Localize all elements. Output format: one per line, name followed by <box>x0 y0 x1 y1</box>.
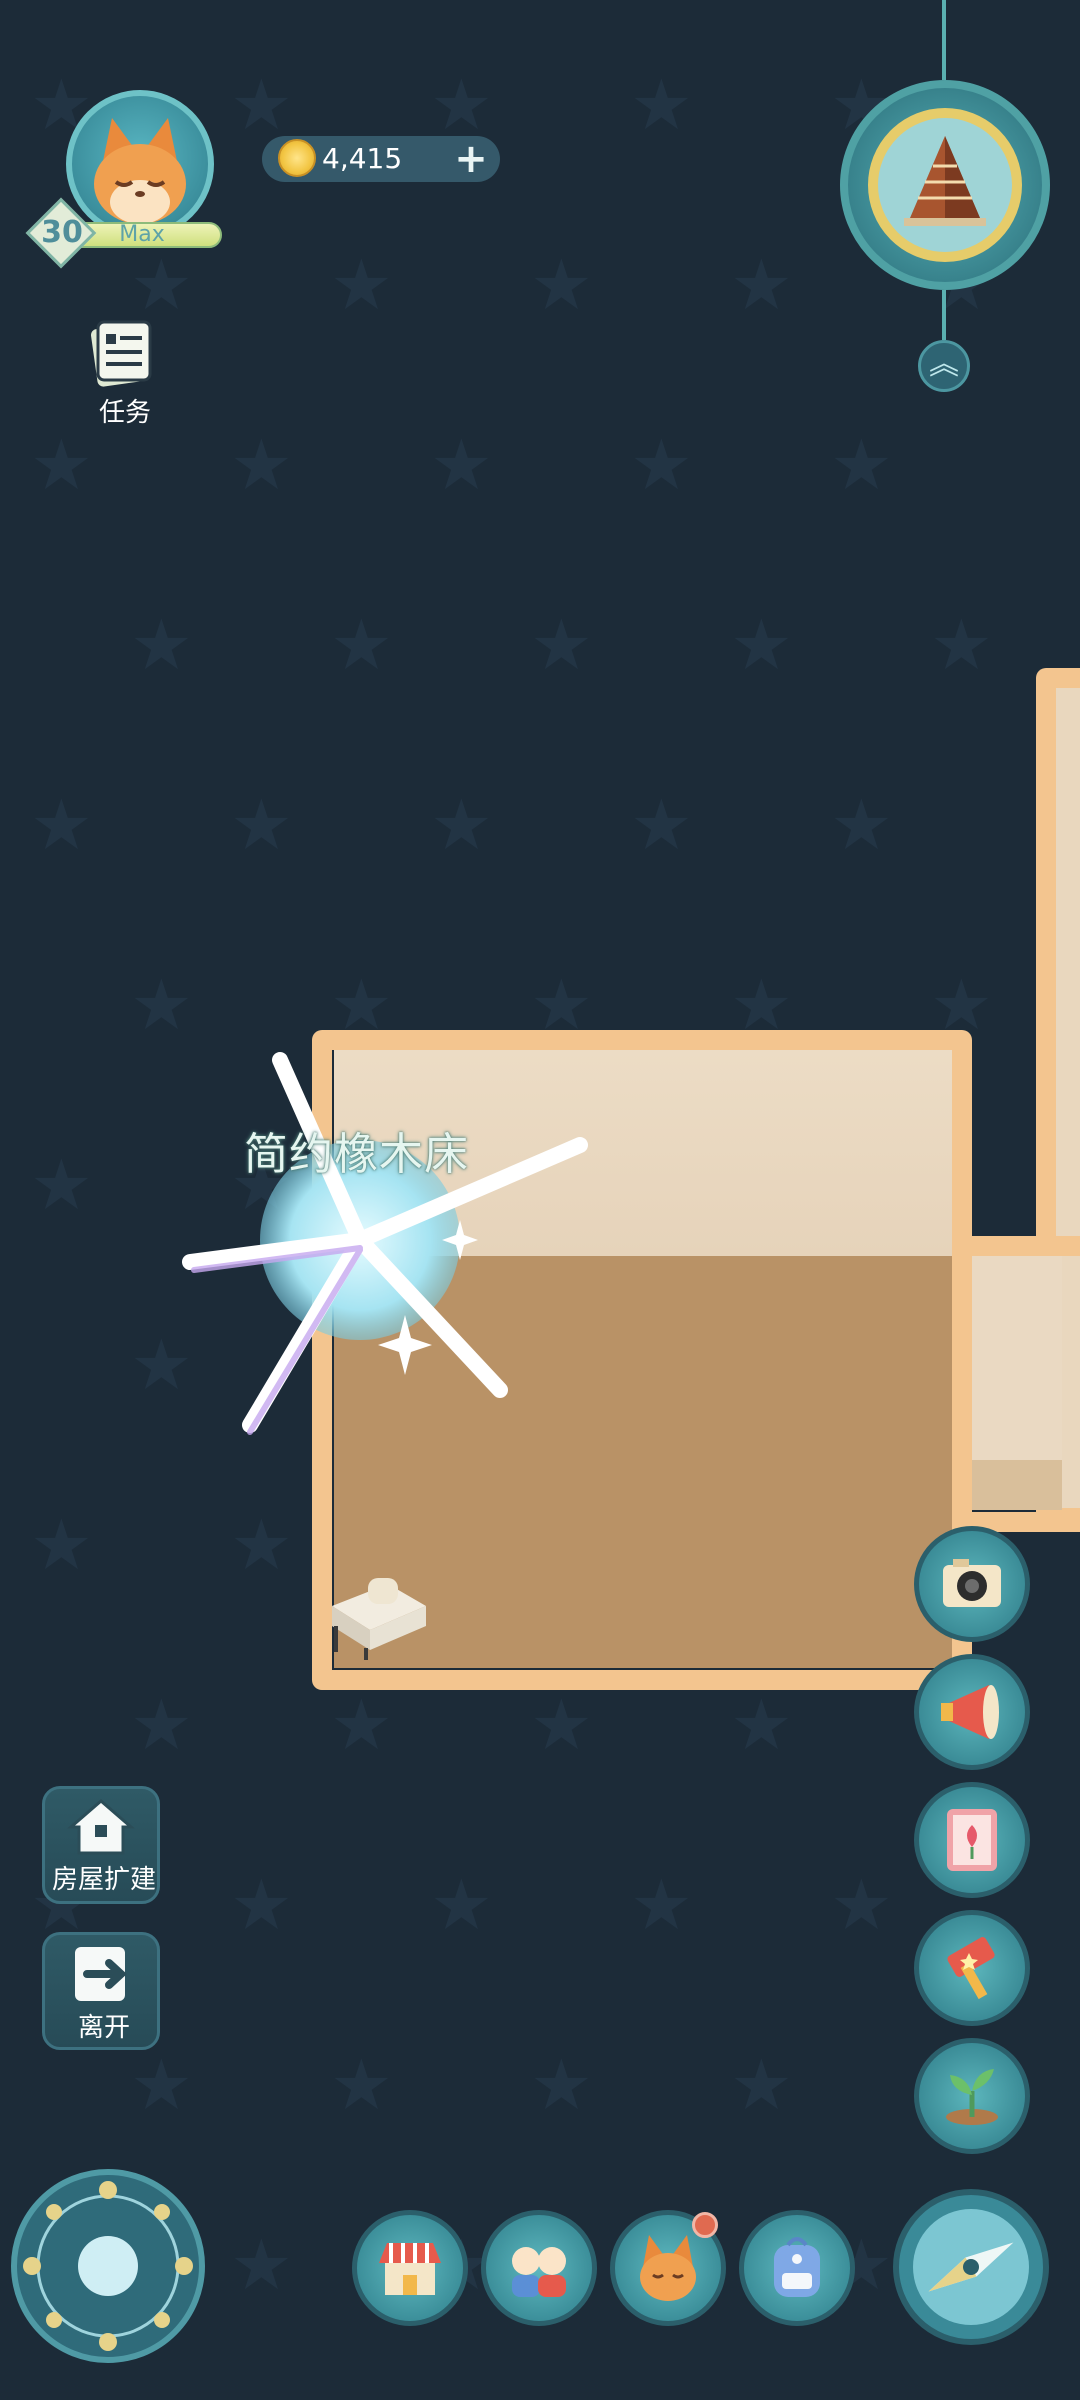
moon-phase-icon <box>11 2169 205 2363</box>
coin-icon <box>278 139 316 177</box>
garden-button[interactable] <box>914 2038 1030 2154</box>
expand-house-label: 房屋扩建 <box>51 1865 156 1895</box>
background-star: ★ <box>530 1684 593 1766</box>
quest-label: 任务 <box>98 398 151 428</box>
background-star: ★ <box>230 2224 293 2306</box>
background-star: ★ <box>830 1864 893 1946</box>
background-star: ★ <box>530 2044 593 2126</box>
background-star: ★ <box>830 784 893 866</box>
background-star: ★ <box>430 1864 493 1946</box>
background-star: ★ <box>30 784 93 866</box>
build-button[interactable] <box>914 1910 1030 2026</box>
background-star: ★ <box>930 604 993 686</box>
sprout-icon <box>946 2069 998 2125</box>
quest-icon[interactable] <box>88 318 156 388</box>
background-star: ★ <box>230 64 293 146</box>
background-star: ★ <box>130 1684 193 1766</box>
background-star: ★ <box>130 964 193 1046</box>
camera-button[interactable] <box>914 1526 1030 1642</box>
background-star: ★ <box>30 1144 93 1226</box>
ornament-chain-lower <box>942 290 946 340</box>
background-star: ★ <box>330 604 393 686</box>
background-star: ★ <box>130 244 193 326</box>
backpack-icon <box>774 2237 820 2297</box>
hammer-icon <box>947 1937 995 2000</box>
house-icon <box>66 1799 136 1855</box>
collection-button[interactable] <box>914 1782 1030 1898</box>
coin-value: 4,415 <box>322 142 403 175</box>
leave-button[interactable]: 离开 <box>42 1932 160 2050</box>
announcement-button[interactable] <box>914 1654 1030 1770</box>
ornament-chain <box>942 0 946 80</box>
background-star: ★ <box>230 1504 293 1586</box>
background-star: ★ <box>130 2044 193 2126</box>
placement-sparkle-effect <box>160 1040 600 1460</box>
background-star: ★ <box>430 64 493 146</box>
background-star: ★ <box>730 1684 793 1766</box>
pyramid-landmark-icon[interactable] <box>840 80 1050 290</box>
backpack-button[interactable] <box>739 2210 855 2326</box>
notification-badge <box>692 2212 718 2238</box>
add-coins-button[interactable]: + <box>448 136 494 182</box>
megaphone-icon <box>941 1685 999 1739</box>
shop-button[interactable] <box>352 2210 468 2326</box>
background-star: ★ <box>630 784 693 866</box>
background-star: ★ <box>630 424 693 506</box>
level-number: 30 <box>41 215 83 250</box>
background-star: ★ <box>730 2044 793 2126</box>
background-star: ★ <box>730 604 793 686</box>
background-star: ★ <box>30 424 93 506</box>
leave-label: 离开 <box>77 2013 130 2043</box>
background-star: ★ <box>730 244 793 326</box>
background-star: ★ <box>30 1504 93 1586</box>
magic-circle-button[interactable] <box>10 2168 206 2364</box>
player-avatar[interactable] <box>66 90 214 238</box>
compass-icon <box>893 2189 1049 2345</box>
background-star: ★ <box>630 64 693 146</box>
background-star: ★ <box>330 1684 393 1766</box>
background-star: ★ <box>530 604 593 686</box>
chevron-up-icon[interactable]: ︽ <box>918 340 970 392</box>
friends-icon <box>512 2247 566 2297</box>
shop-icon <box>379 2243 441 2295</box>
placed-item-name: 简约橡木床 <box>244 1129 469 1180</box>
background-star: ★ <box>430 784 493 866</box>
background-star: ★ <box>230 784 293 866</box>
background-star: ★ <box>230 1864 293 1946</box>
background-star: ★ <box>230 424 293 506</box>
background-star: ★ <box>630 1864 693 1946</box>
background-star: ★ <box>330 244 393 326</box>
background-star: ★ <box>430 424 493 506</box>
camera-icon <box>943 1559 1001 1607</box>
background-star: ★ <box>530 244 593 326</box>
flower-book-icon <box>947 1809 997 1871</box>
compass-button[interactable] <box>892 2188 1050 2346</box>
background-star: ★ <box>330 2044 393 2126</box>
fox-avatar-icon <box>94 118 186 224</box>
friends-button[interactable] <box>481 2210 597 2326</box>
expand-house-button[interactable]: 房屋扩建 <box>42 1786 160 1904</box>
chair-furniture[interactable] <box>318 1566 438 1666</box>
background-star: ★ <box>130 604 193 686</box>
background-star: ★ <box>830 424 893 506</box>
exit-icon <box>75 1947 127 2001</box>
